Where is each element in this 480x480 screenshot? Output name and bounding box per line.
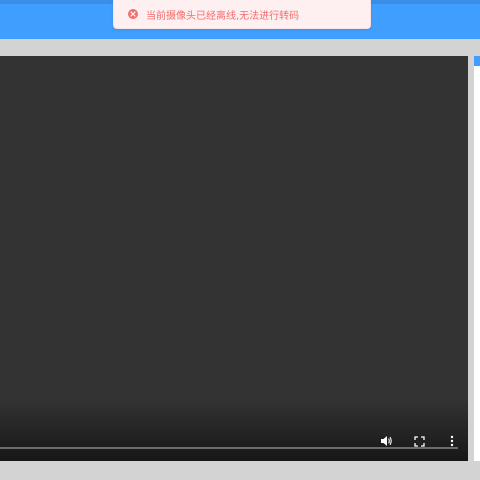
error-message-toast: 当前摄像头已经离线,无法进行转码	[113, 0, 371, 29]
side-panel-header	[474, 56, 480, 66]
page-bottom-area	[0, 461, 480, 480]
progress-bar[interactable]	[0, 447, 458, 449]
video-player[interactable]	[0, 56, 468, 461]
error-message-text: 当前摄像头已经离线,无法进行转码	[146, 10, 300, 22]
video-controls	[0, 421, 468, 461]
error-circle-icon	[128, 9, 138, 19]
side-panel	[474, 66, 480, 461]
